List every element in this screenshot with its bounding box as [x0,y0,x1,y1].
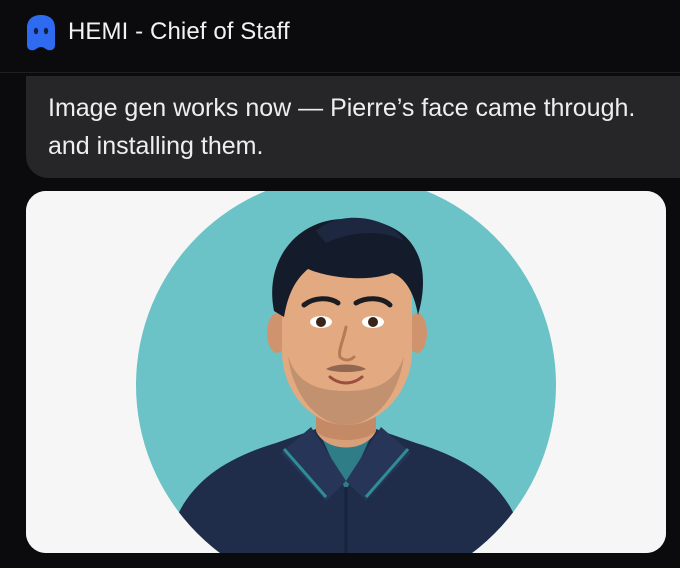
chat-screen: HEMI - Chief of Staff Image gen works no… [0,0,680,568]
message-line-2: and installing them. [48,132,264,160]
assistant-message-bubble: Image gen works now — Pierre’s face came… [26,76,680,178]
ghost-icon[interactable] [23,14,59,52]
message-text: Image gen works now — Pierre’s face came… [48,89,680,165]
message-line-1: Image gen works now — Pierre’s face came… [48,94,636,122]
generated-image[interactable] [26,191,666,553]
portrait-image [26,191,666,553]
chat-header: HEMI - Chief of Staff [0,0,680,73]
chat-title: HEMI - Chief of Staff [68,18,290,45]
